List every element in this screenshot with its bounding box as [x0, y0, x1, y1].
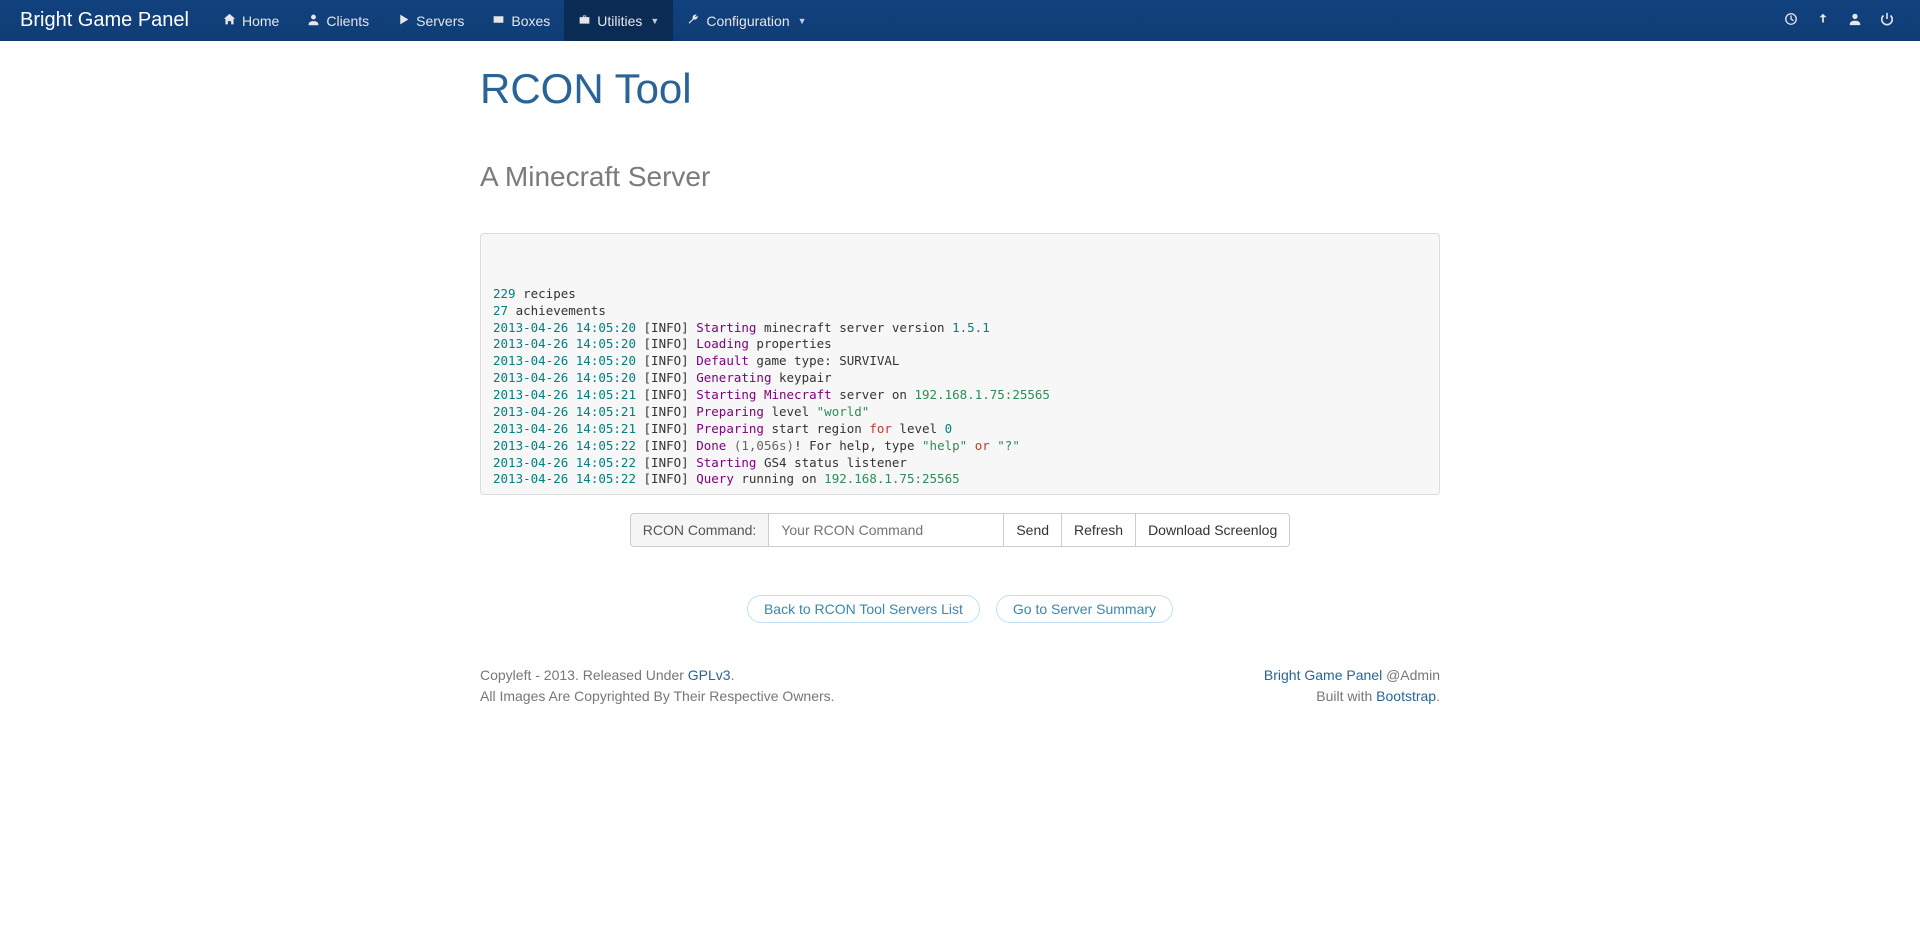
nav-utilities[interactable]: Utilities ▼ — [564, 0, 673, 41]
nav-home[interactable]: Home — [209, 0, 293, 41]
footer-built-with: Built with — [1316, 688, 1376, 704]
nav-utilities-label: Utilities — [597, 13, 642, 29]
nav-clients[interactable]: Clients — [293, 0, 383, 41]
page-title: RCON Tool — [480, 65, 1440, 113]
chevron-down-icon: ▼ — [650, 16, 659, 26]
bootstrap-link[interactable]: Bootstrap — [1376, 688, 1436, 704]
refresh-button[interactable]: Refresh — [1062, 513, 1136, 547]
command-row: RCON Command: Send Refresh Download Scre… — [480, 513, 1440, 547]
console-output: 229 recipes 27 achievements 2013-04-26 1… — [480, 233, 1440, 495]
footer-left: Copyleft - 2013. Released Under GPLv3. A… — [480, 665, 835, 707]
brand[interactable]: Bright Game Panel — [20, 9, 189, 32]
wrench-icon — [687, 13, 700, 29]
brand-link[interactable]: Bright Game Panel — [1264, 667, 1382, 683]
play-icon — [397, 13, 410, 29]
footer-left-1a: Copyleft - 2013. Released Under — [480, 667, 688, 683]
nav-left: Home Clients Servers Boxes Utilities — [209, 0, 821, 41]
profile-icon[interactable] — [1848, 12, 1862, 29]
link-row: Back to RCON Tool Servers List Go to Ser… — [480, 595, 1440, 623]
nav-right — [1784, 12, 1900, 29]
main-container: RCON Tool A Minecraft Server 229 recipes… — [480, 41, 1440, 707]
home-icon — [223, 13, 236, 29]
nav-servers[interactable]: Servers — [383, 0, 478, 41]
nav-configuration-label: Configuration — [706, 13, 789, 29]
footer-period: . — [1436, 688, 1440, 704]
top-navbar: Bright Game Panel Home Clients Servers B… — [0, 0, 1920, 41]
go-to-summary-button[interactable]: Go to Server Summary — [996, 595, 1173, 623]
license-link[interactable]: GPLv3 — [688, 667, 731, 683]
upload-icon[interactable] — [1816, 12, 1830, 29]
nav-home-label: Home — [242, 13, 279, 29]
footer: Copyleft - 2013. Released Under GPLv3. A… — [480, 665, 1440, 707]
download-screenlog-button[interactable]: Download Screenlog — [1136, 513, 1290, 547]
footer-left-2: All Images Are Copyrighted By Their Resp… — [480, 686, 835, 707]
nav-boxes-label: Boxes — [511, 13, 550, 29]
nav-boxes[interactable]: Boxes — [478, 0, 564, 41]
footer-right: Bright Game Panel @Admin Built with Boot… — [1264, 665, 1440, 707]
nav-configuration[interactable]: Configuration ▼ — [673, 0, 820, 41]
user-icon — [307, 13, 320, 29]
footer-left-1b: . — [731, 667, 735, 683]
footer-admin: @Admin — [1382, 667, 1440, 683]
rcon-command-input[interactable] — [768, 513, 1003, 547]
clock-icon[interactable] — [1784, 12, 1798, 29]
server-name: A Minecraft Server — [480, 161, 1440, 193]
rcon-command-label: RCON Command: — [630, 513, 769, 547]
nav-clients-label: Clients — [326, 13, 369, 29]
back-to-list-button[interactable]: Back to RCON Tool Servers List — [747, 595, 980, 623]
nav-servers-label: Servers — [416, 13, 464, 29]
send-button[interactable]: Send — [1003, 513, 1062, 547]
hdd-icon — [492, 13, 505, 29]
chevron-down-icon: ▼ — [798, 16, 807, 26]
briefcase-icon — [578, 13, 591, 29]
power-icon[interactable] — [1880, 12, 1894, 29]
